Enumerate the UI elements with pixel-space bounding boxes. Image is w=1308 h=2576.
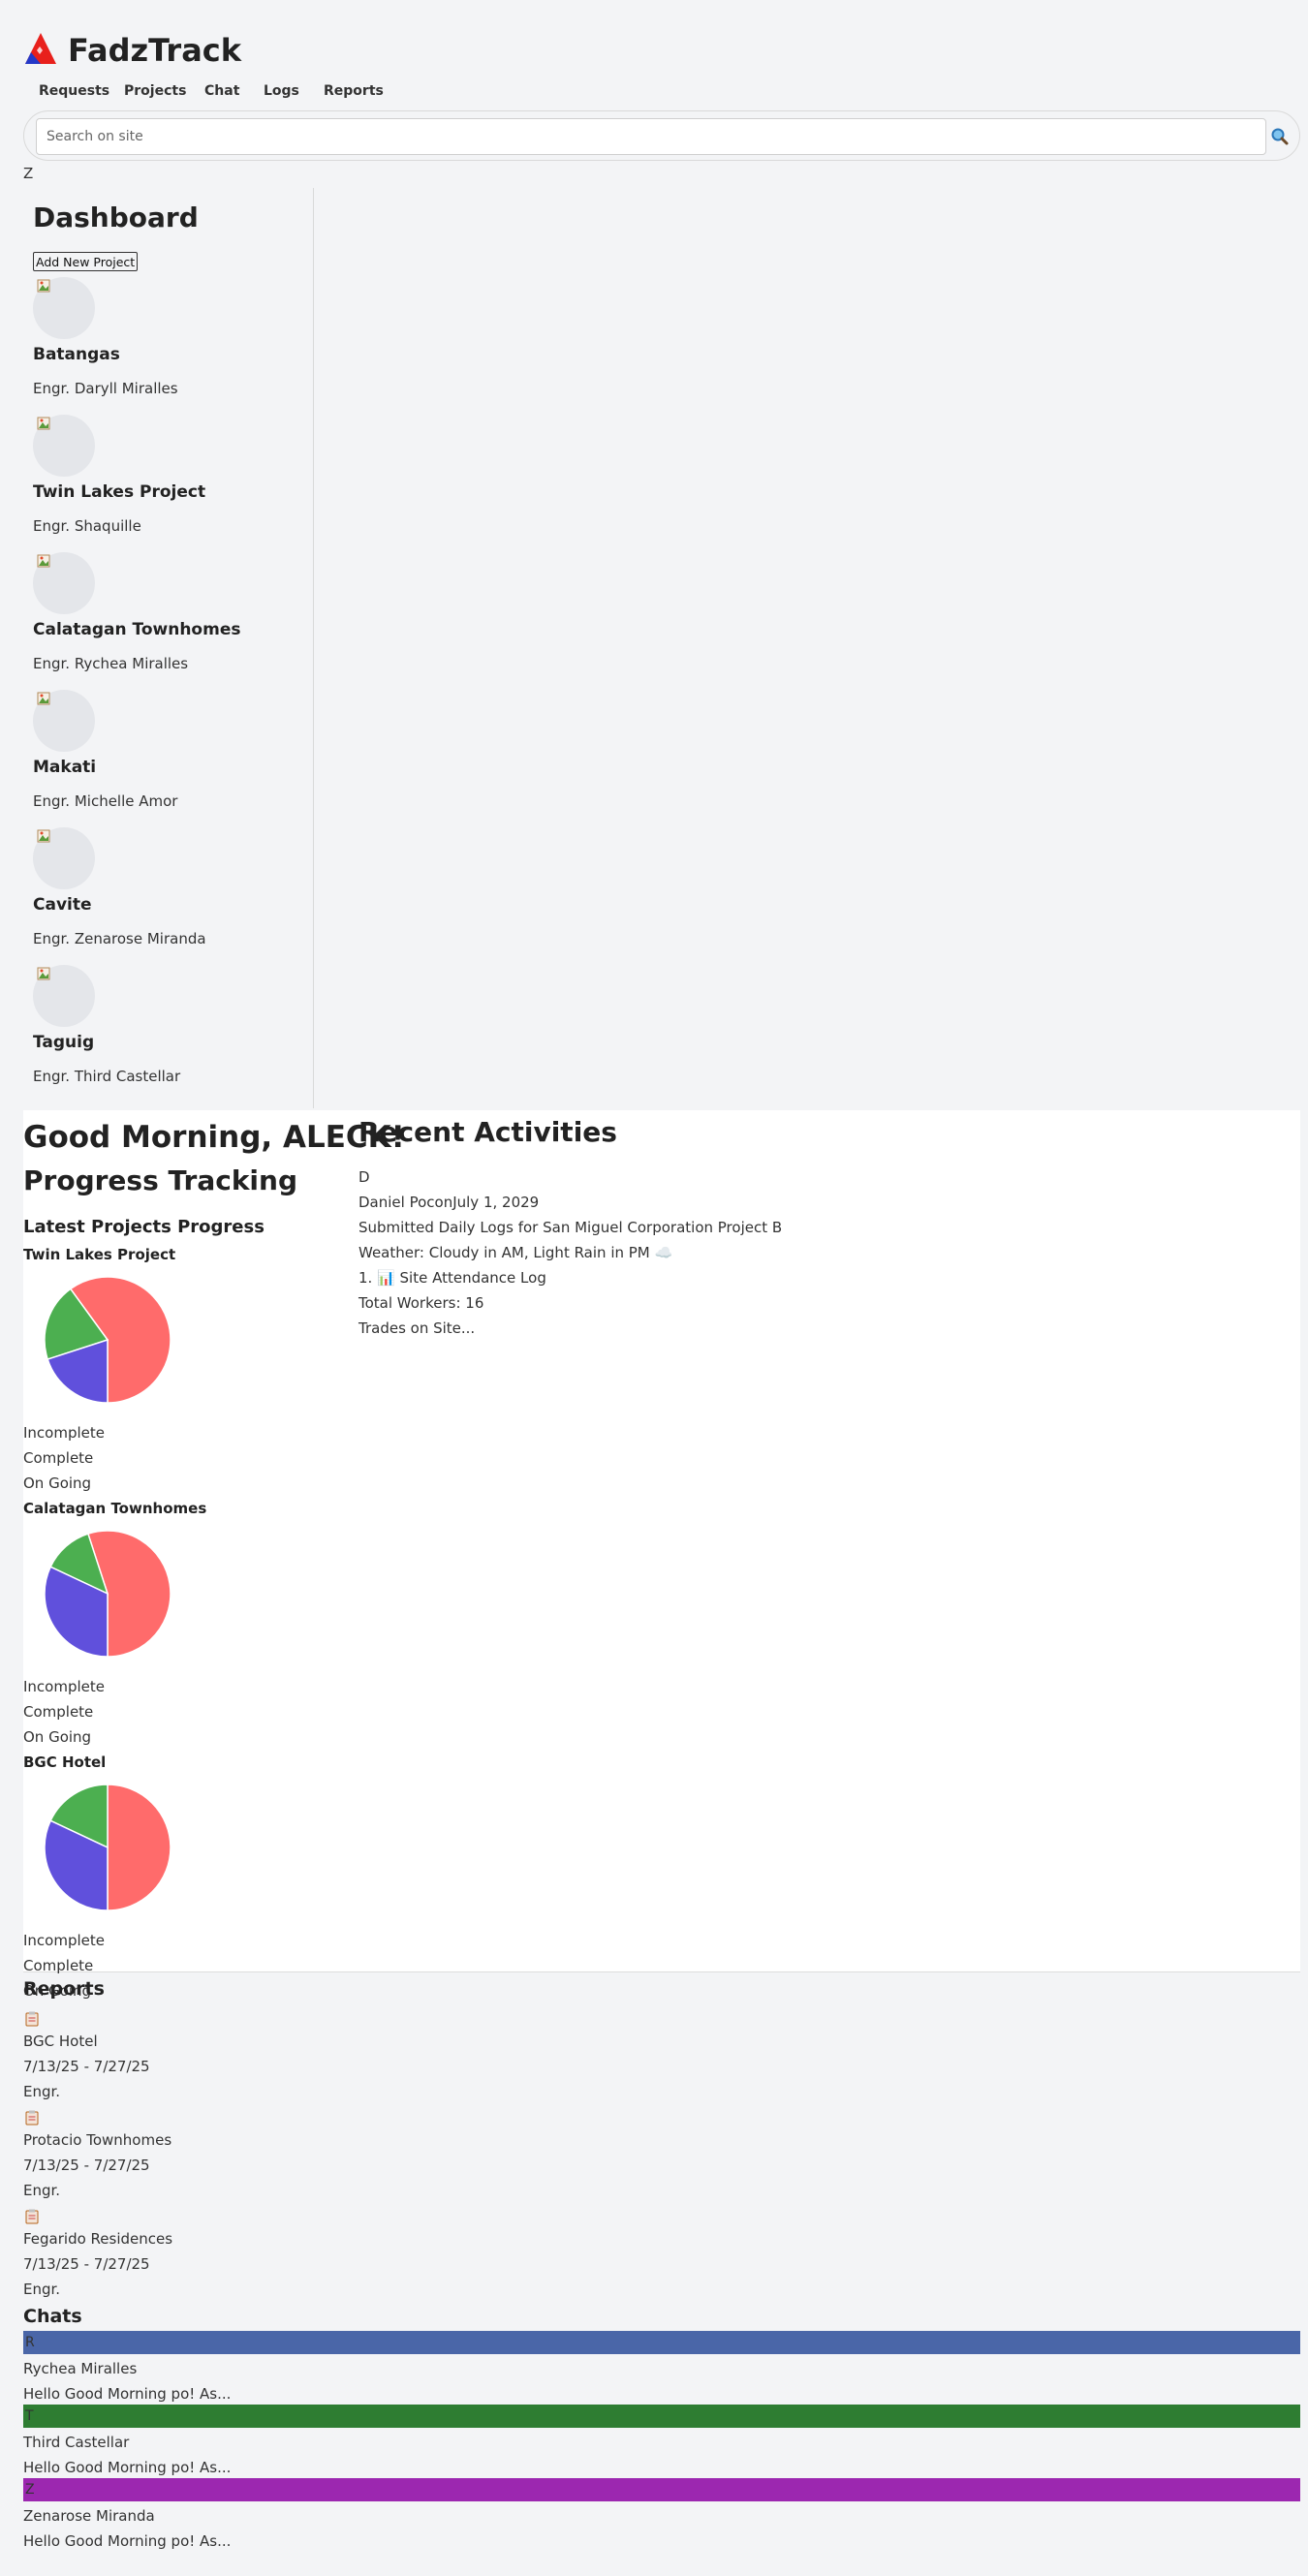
report-engineer: Engr.: [23, 2182, 61, 2199]
legend-incomplete: Incomplete: [23, 1678, 105, 1695]
progress-project-name: Twin Lakes Project: [23, 1246, 176, 1263]
activity-trades: Trades on Site...: [358, 1319, 476, 1337]
chat-item[interactable]: T Third Castellar Hello Good Morning po!…: [23, 2405, 1300, 2478]
user-initial[interactable]: Z: [23, 165, 33, 182]
activity-weather: Weather: Cloudy in AM, Light Rain in PM …: [358, 1244, 673, 1261]
greeting: Good Morning, ALECK!: [23, 1120, 405, 1155]
activity-log-item: 1. 📊 Site Attendance Log: [358, 1269, 546, 1287]
clipboard-icon: [25, 2209, 39, 2224]
nav-logs[interactable]: Logs: [264, 81, 299, 101]
project-card[interactable]: Batangas Engr. Daryll Miralles: [33, 277, 304, 415]
progress-pie-chart: [44, 1276, 171, 1404]
project-name: Makati: [33, 758, 97, 777]
project-card[interactable]: Twin Lakes Project Engr. Shaquille: [33, 415, 304, 552]
report-item[interactable]: BGC Hotel 7/13/25 - 7/27/25 Engr.: [23, 2009, 411, 2108]
chat-item[interactable]: R Rychea Miralles Hello Good Morning po!…: [23, 2331, 1300, 2405]
broken-image-icon: [37, 967, 50, 980]
project-engineer: Engr. Michelle Amor: [33, 792, 178, 810]
report-item[interactable]: Fegarido Residences 7/13/25 - 7/27/25 En…: [23, 2207, 411, 2306]
clipboard-icon: [25, 2011, 39, 2027]
chat-avatar: T: [23, 2405, 1300, 2428]
nav-projects[interactable]: Projects: [124, 81, 186, 101]
brand-title: FadzTrack: [68, 32, 242, 69]
nav-requests[interactable]: Requests: [39, 81, 109, 101]
chat-item[interactable]: Z Zenarose Miranda Hello Good Morning po…: [23, 2478, 1300, 2552]
chat-avatar: Z: [23, 2478, 1300, 2501]
chat-name: Zenarose Miranda: [23, 2507, 155, 2525]
chat-preview: Hello Good Morning po! As...: [23, 2385, 232, 2403]
chat-name: Rychea Miralles: [23, 2360, 138, 2377]
activity-avatar: D: [358, 1168, 370, 1186]
legend-complete: Complete: [23, 1449, 94, 1467]
project-card[interactable]: Cavite Engr. Zenarose Miranda: [33, 827, 304, 965]
project-engineer: Engr. Rychea Miralles: [33, 655, 189, 672]
add-new-project-button[interactable]: Add New Project: [33, 252, 139, 271]
project-card[interactable]: Makati Engr. Michelle Amor: [33, 690, 304, 827]
sidebar: Dashboard Add New Project Batangas Engr.…: [23, 188, 314, 1108]
progress-tracking-title: Progress Tracking: [23, 1164, 298, 1196]
progress-project-name: BGC Hotel: [23, 1754, 107, 1771]
main-panel: Good Morning, ALECK! Progress Tracking L…: [23, 1110, 1300, 2000]
fadztrack-logo: [25, 33, 56, 64]
report-date-range: 7/13/25 - 7/27/25: [23, 2157, 150, 2174]
report-project: Protacio Townhomes: [23, 2131, 172, 2149]
broken-image-icon: [37, 554, 50, 568]
pie-slice-incomplete: [107, 1784, 171, 1911]
project-card[interactable]: Calatagan Townhomes Engr. Rychea Miralle…: [33, 552, 304, 690]
legend-incomplete: Incomplete: [23, 1932, 105, 1949]
report-date-range: 7/13/25 - 7/27/25: [23, 2058, 150, 2075]
project-name: Cavite: [33, 895, 92, 915]
legend-ongoing: On Going: [23, 1728, 92, 1746]
broken-image-icon: [37, 417, 50, 430]
project-name: Calatagan Townhomes: [33, 620, 241, 639]
report-engineer: Engr.: [23, 2083, 61, 2100]
progress-pie-chart: [44, 1530, 171, 1658]
search-icon[interactable]: [1268, 125, 1292, 148]
project-engineer: Engr. Daryll Miralles: [33, 380, 178, 397]
chats-title: Chats: [23, 2306, 82, 2327]
search-input[interactable]: [36, 118, 1266, 155]
report-item[interactable]: Protacio Townhomes 7/13/25 - 7/27/25 Eng…: [23, 2108, 411, 2207]
broken-image-icon: [37, 279, 50, 293]
activity-user-date: Daniel PoconJuly 1, 2029: [358, 1194, 540, 1211]
recent-activities-title: Recent Activities: [358, 1116, 617, 1148]
clipboard-icon: [25, 2110, 39, 2126]
project-card[interactable]: Taguig Engr. Third Castellar: [33, 965, 304, 1102]
progress-project-name: Calatagan Townhomes: [23, 1500, 207, 1517]
activity-action[interactable]: Submitted Daily Logs for San Miguel Corp…: [358, 1219, 782, 1236]
search-bar: [23, 110, 1300, 161]
activity-workers: Total Workers: 16: [358, 1294, 484, 1312]
latest-progress-title: Latest Projects Progress: [23, 1217, 265, 1237]
report-project: Fegarido Residences: [23, 2230, 173, 2248]
project-engineer: Engr. Shaquille: [33, 517, 141, 535]
chat-name: Third Castellar: [23, 2434, 130, 2451]
progress-pie-chart: [44, 1784, 171, 1911]
legend-complete: Complete: [23, 1957, 94, 1974]
project-engineer: Engr. Zenarose Miranda: [33, 930, 206, 947]
project-name: Twin Lakes Project: [33, 482, 206, 502]
project-engineer: Engr. Third Castellar: [33, 1068, 181, 1085]
legend-incomplete: Incomplete: [23, 1424, 105, 1442]
reports-title: Reports: [23, 1978, 105, 2000]
nav-chat[interactable]: Chat: [204, 81, 239, 101]
dashboard-title: Dashboard: [33, 202, 199, 233]
chat-preview: Hello Good Morning po! As...: [23, 2459, 232, 2476]
report-engineer: Engr.: [23, 2281, 61, 2298]
project-name: Batangas: [33, 345, 120, 364]
report-date-range: 7/13/25 - 7/27/25: [23, 2255, 150, 2273]
report-project: BGC Hotel: [23, 2033, 98, 2050]
nav-reports[interactable]: Reports: [324, 81, 384, 101]
chat-preview: Hello Good Morning po! As...: [23, 2532, 232, 2550]
broken-image-icon: [37, 692, 50, 705]
legend-ongoing: On Going: [23, 1474, 92, 1492]
legend-complete: Complete: [23, 1703, 94, 1721]
chat-avatar: R: [23, 2331, 1300, 2354]
project-name: Taguig: [33, 1033, 95, 1052]
broken-image-icon: [37, 829, 50, 843]
